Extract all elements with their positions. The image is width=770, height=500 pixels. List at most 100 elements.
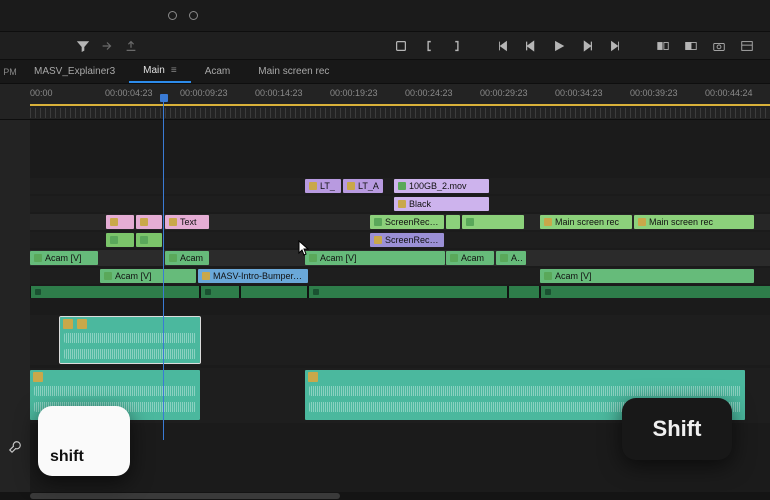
ruler-tick: 00:00:34:23 — [555, 88, 603, 98]
tab-menu-icon[interactable]: ≡ — [171, 65, 177, 76]
fx-icon — [309, 182, 317, 190]
clip-bumper[interactable]: MASV-Intro-Bumper.mp4 — [198, 269, 308, 283]
clip-pink-1[interactable] — [106, 215, 134, 229]
fx-icon — [140, 236, 148, 244]
clip-green-3[interactable] — [462, 215, 524, 229]
clip-v2-2[interactable] — [136, 233, 162, 247]
play-icon[interactable] — [552, 39, 566, 53]
fx-icon — [466, 218, 474, 226]
fx-icon — [544, 218, 552, 226]
clip-acamv-3[interactable]: Acam [V] — [305, 251, 445, 265]
tab-main-screen-rec[interactable]: Main screen rec — [244, 60, 343, 83]
fx-icon — [309, 254, 317, 262]
clip-acamv-1[interactable]: Acam [V] — [30, 251, 98, 265]
tab-label: Acam — [205, 66, 231, 77]
clip-msr-2[interactable]: Main screen rec — [634, 215, 754, 229]
audio-clip-1[interactable] — [60, 317, 200, 363]
clip-black[interactable]: Black — [394, 197, 489, 211]
fx-icon — [450, 254, 458, 262]
tab-masv-explainer3[interactable]: MASV_Explainer3 — [20, 60, 129, 83]
marker-circle-1[interactable] — [168, 11, 177, 20]
clip-acamv-2[interactable]: Acam — [165, 251, 209, 265]
ripple-icon[interactable] — [394, 39, 408, 53]
fx-icon — [398, 182, 406, 190]
clip-acamv-5[interactable]: Acam — [496, 251, 526, 265]
ruler-tick: 00:00:44:24 — [705, 88, 753, 98]
fx-icon — [374, 236, 382, 244]
fx-icon — [104, 272, 112, 280]
fx-icon — [544, 272, 552, 280]
track-a1[interactable] — [30, 286, 770, 298]
fx-icon — [374, 218, 382, 226]
tab-label: Main — [143, 65, 165, 76]
tab-main[interactable]: Main ≡ — [129, 60, 191, 83]
ruler-tick: 00:00 — [30, 88, 53, 98]
step-back-icon[interactable] — [524, 39, 538, 53]
fx-icon — [63, 319, 87, 329]
clip-v2-1[interactable] — [106, 233, 134, 247]
camera-icon[interactable] — [712, 39, 726, 53]
clip-acamv-4[interactable]: Acam — [446, 251, 494, 265]
fx-icon — [169, 218, 177, 226]
fx-icon — [34, 254, 42, 262]
playhead[interactable] — [163, 98, 164, 440]
clip-lt2[interactable]: LT_A — [343, 179, 383, 193]
time-ruler[interactable]: 00:00 00:00:04:23 00:00:09:23 00:00:14:2… — [0, 84, 770, 120]
tab-label: MASV_Explainer3 — [34, 66, 115, 77]
playhead-head-icon[interactable] — [160, 94, 168, 102]
export-icon[interactable] — [124, 39, 138, 53]
settings-panel-icon[interactable] — [740, 39, 754, 53]
topbar — [0, 0, 770, 32]
fx-icon — [169, 254, 177, 262]
fx-icon — [347, 182, 355, 190]
clip-pink-2[interactable] — [136, 215, 162, 229]
sequence-tabs: PM MASV_Explainer3 Main ≡ Acam Main scree… — [0, 60, 770, 84]
ruler-tick: 00:00:29:23 — [480, 88, 528, 98]
insert-icon[interactable] — [656, 39, 670, 53]
bracket-left-icon[interactable] — [422, 39, 436, 53]
fx-icon — [140, 218, 148, 226]
go-end-icon[interactable] — [608, 39, 622, 53]
clip-acamv-c[interactable]: Acam [V] — [540, 269, 754, 283]
clip-text[interactable]: Text — [165, 215, 209, 229]
overwrite-icon[interactable] — [684, 39, 698, 53]
ruler-tick: 00:00:14:23 — [255, 88, 303, 98]
fx-icon — [110, 236, 118, 244]
filter-bar — [0, 32, 770, 60]
scrollbar-thumb[interactable] — [30, 493, 340, 499]
work-area-bar[interactable] — [30, 104, 770, 106]
arrow-forward-icon[interactable] — [100, 39, 114, 53]
clip-green-thin[interactable] — [446, 215, 460, 229]
step-forward-icon[interactable] — [580, 39, 594, 53]
wrench-icon[interactable] — [8, 440, 22, 454]
ruler-tick: 00:00:24:23 — [405, 88, 453, 98]
clip-msr-1[interactable]: Main screen rec — [540, 215, 632, 229]
fx-icon — [308, 372, 318, 382]
pm-label: PM — [0, 60, 20, 83]
fx-icon — [638, 218, 646, 226]
marker-circle-2[interactable] — [189, 11, 198, 20]
clip-lt1[interactable]: LT_ — [305, 179, 341, 193]
fx-icon — [110, 218, 118, 226]
fx-icon — [500, 254, 508, 262]
keycap-shift-left: shift — [38, 406, 130, 476]
tab-acam[interactable]: Acam — [191, 60, 245, 83]
fx-icon — [33, 372, 43, 382]
ruler-tick: 00:00:09:23 — [180, 88, 228, 98]
ruler-tick: 00:00:39:23 — [630, 88, 678, 98]
clip-acamv-b[interactable]: Acam [V] — [100, 269, 196, 283]
keycap-shift-right: Shift — [622, 398, 732, 460]
clip-screenrec-spe[interactable]: ScreenRec_Spe — [370, 233, 444, 247]
fx-icon — [202, 272, 210, 280]
horizontal-scrollbar[interactable] — [0, 492, 770, 500]
ruler-tick: 00:00:04:23 — [105, 88, 153, 98]
bracket-right-icon[interactable] — [450, 39, 464, 53]
clip-screenrec-sp[interactable]: ScreenRec_Sp — [370, 215, 444, 229]
go-start-icon[interactable] — [496, 39, 510, 53]
clip-100gb[interactable]: 100GB_2.mov — [394, 179, 489, 193]
tab-label: Main screen rec — [258, 66, 329, 77]
filter-icon[interactable] — [76, 39, 90, 53]
fx-icon — [398, 200, 406, 208]
ruler-marks — [30, 108, 770, 118]
ruler-tick: 00:00:19:23 — [330, 88, 378, 98]
